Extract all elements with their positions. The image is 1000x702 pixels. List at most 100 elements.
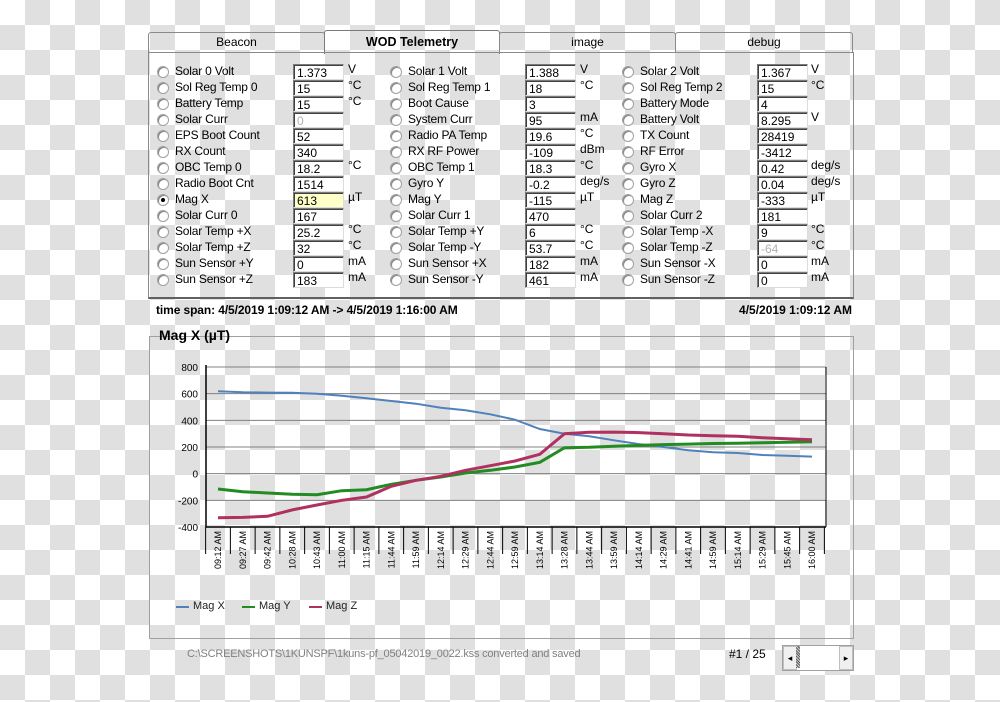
field-label: Solar 2 Volt — [640, 64, 699, 78]
scroll-left-icon[interactable]: ◂ — [783, 646, 797, 670]
radio-solar-temp-z[interactable] — [157, 242, 169, 254]
unit-label: mA — [580, 110, 598, 124]
unit-label: °C — [580, 158, 594, 172]
value-field-tx-count: 28419 — [757, 128, 808, 144]
unit-label: °C — [348, 158, 362, 172]
field-label: RX RF Power — [408, 144, 480, 158]
field-label: EPS Boot Count — [175, 128, 260, 142]
radio-rf-error[interactable] — [622, 146, 634, 158]
radio-sol-reg-temp-1[interactable] — [390, 82, 402, 94]
tab-beacon[interactable]: Beacon — [148, 32, 325, 52]
field-label: Sun Sensor +X — [408, 256, 487, 270]
radio-eps-boot-count[interactable] — [157, 130, 169, 142]
telemetry-field: Sol Reg Temp 1 18 °C — [390, 78, 620, 96]
radio-boot-cause[interactable] — [390, 98, 402, 110]
unit-label: mA — [348, 254, 366, 268]
radio-sun-sensor-y[interactable] — [390, 274, 402, 286]
field-label: Radio Boot Cnt — [175, 176, 254, 190]
radio-sun-sensor-y[interactable] — [157, 258, 169, 270]
radio-gyro-x[interactable] — [622, 162, 634, 174]
unit-label: mA — [580, 254, 598, 268]
radio-solar-temp-z[interactable] — [622, 242, 634, 254]
radio-system-curr[interactable] — [390, 114, 402, 126]
radio-solar-curr-2[interactable] — [622, 210, 634, 222]
telemetry-field: Battery Temp 15 °C — [157, 94, 388, 112]
radio-radio-pa-temp[interactable] — [390, 130, 402, 142]
radio-solar-2-volt[interactable] — [622, 66, 634, 78]
radio-solar-temp-x[interactable] — [622, 226, 634, 238]
telemetry-field: Sol Reg Temp 2 15 °C — [622, 78, 851, 96]
radio-sun-sensor-z[interactable] — [157, 274, 169, 286]
radio-solar-curr-1[interactable] — [390, 210, 402, 222]
radio-obc-temp-0[interactable] — [157, 162, 169, 174]
value-field-obc-temp-1: 18.3 — [525, 160, 576, 176]
value-field-sun-sensor-x: 0 — [757, 256, 808, 272]
radio-sun-sensor-x[interactable] — [390, 258, 402, 270]
radio-sun-sensor-x[interactable] — [622, 258, 634, 270]
value-field-sun-sensor-x: 182 — [525, 256, 576, 272]
radio-solar-1-volt[interactable] — [390, 66, 402, 78]
radio-gyro-y[interactable] — [390, 178, 402, 190]
field-label: RX Count — [175, 144, 226, 158]
value-field-sol-reg-temp-0: 15 — [293, 80, 344, 96]
unit-label: °C — [348, 78, 362, 92]
scroll-right-icon[interactable]: ▸ — [839, 646, 853, 670]
radio-solar-temp-x[interactable] — [157, 226, 169, 238]
unit-label: deg/s — [811, 158, 841, 172]
value-field-sun-sensor-z: 0 — [757, 272, 808, 288]
value-field-sun-sensor-y: 0 — [293, 256, 344, 272]
legend-label: Mag Z — [326, 600, 358, 612]
value-field-solar-temp-x: 9 — [757, 224, 808, 240]
value-field-solar-curr: 0 — [293, 112, 344, 128]
field-label: Solar Curr 0 — [175, 208, 238, 222]
tab-wod-telemetry[interactable]: WOD Telemetry — [324, 30, 500, 54]
value-field-solar-0-volt: 1.373 — [293, 64, 344, 80]
telemetry-field: Sun Sensor -Z 0 mA — [622, 270, 851, 288]
field-label: Solar Temp -Y — [408, 240, 482, 254]
value-field-gyro-z: 0.04 — [757, 176, 808, 192]
radio-battery-volt[interactable] — [622, 114, 634, 126]
unit-label: V — [811, 62, 820, 76]
radio-gyro-z[interactable] — [622, 178, 634, 190]
tab-image[interactable]: image — [499, 32, 676, 52]
field-label: Battery Volt — [640, 112, 699, 126]
telemetry-field: EPS Boot Count 52 — [157, 128, 388, 144]
radio-mag-z[interactable] — [622, 194, 634, 206]
value-field-sun-sensor-z: 183 — [293, 272, 344, 288]
radio-rx-rf-power[interactable] — [390, 146, 402, 158]
tab-debug[interactable]: debug — [675, 32, 853, 52]
radio-tx-count[interactable] — [622, 130, 634, 142]
telemetry-field: Mag Z -333 µT — [622, 190, 851, 208]
radio-sol-reg-temp-2[interactable] — [622, 82, 634, 94]
radio-solar-temp-y[interactable] — [390, 226, 402, 238]
value-field-solar-temp-z: -64 — [757, 240, 808, 256]
radio-solar-curr-0[interactable] — [157, 210, 169, 222]
radio-radio-boot-cnt[interactable] — [157, 178, 169, 190]
unit-label: dBm — [580, 142, 605, 156]
telemetry-field: Sun Sensor -Y 461 mA — [390, 270, 620, 288]
radio-battery-temp[interactable] — [157, 98, 169, 110]
radio-solar-0-volt[interactable] — [157, 66, 169, 78]
value-field-gyro-y: -0.2 — [525, 176, 576, 192]
radio-mag-x[interactable] — [157, 194, 169, 206]
radio-mag-y[interactable] — [390, 194, 402, 206]
field-label: Radio PA Temp — [408, 128, 488, 142]
page-scrollbar[interactable]: ◂ ▸ — [782, 645, 854, 671]
value-field-solar-2-volt: 1.367 — [757, 64, 808, 80]
radio-solar-temp-y[interactable] — [390, 242, 402, 254]
value-field-solar-temp-z: 32 — [293, 240, 344, 256]
value-field-gyro-x: 0.42 — [757, 160, 808, 176]
radio-solar-curr[interactable] — [157, 114, 169, 126]
radio-rx-count[interactable] — [157, 146, 169, 158]
radio-sun-sensor-z[interactable] — [622, 274, 634, 286]
radio-sol-reg-temp-0[interactable] — [157, 82, 169, 94]
unit-label: mA — [580, 270, 598, 284]
value-field-battery-mode: 4 — [757, 96, 808, 112]
radio-battery-mode[interactable] — [622, 98, 634, 110]
unit-label: °C — [811, 238, 825, 252]
value-field-sol-reg-temp-1: 18 — [525, 80, 576, 96]
scroll-thumb[interactable] — [796, 646, 800, 668]
radio-obc-temp-1[interactable] — [390, 162, 402, 174]
unit-label: °C — [580, 222, 594, 236]
unit-label: µT — [811, 190, 826, 204]
